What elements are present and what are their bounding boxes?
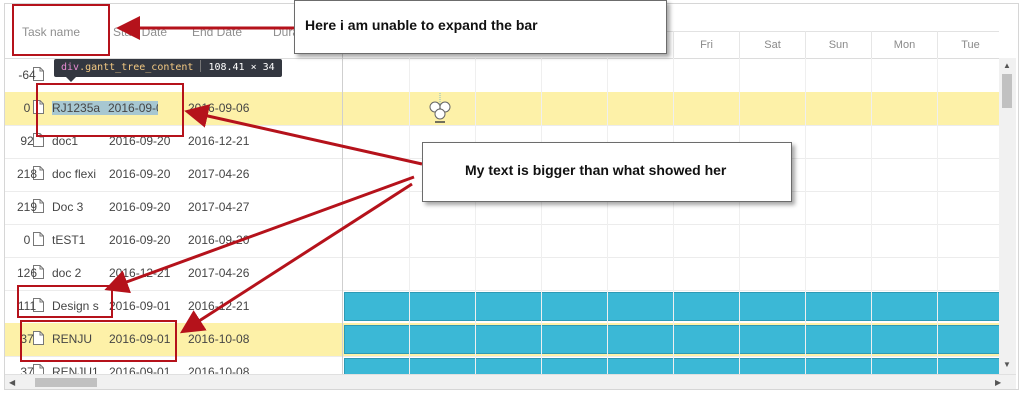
start-date-cell: 2016-09-20 — [109, 200, 171, 214]
end-date-cell: 2017-04-27 — [188, 200, 250, 214]
inspector-class: .gantt_tree_content — [79, 62, 194, 73]
inspector-tag: div — [61, 62, 80, 73]
horizontal-scroll-thumb[interactable] — [35, 378, 97, 387]
scroll-right-arrow-icon[interactable]: ▶ — [995, 378, 1001, 387]
end-date-cell: 2016-12-21 — [188, 299, 250, 313]
inspector-pointer — [66, 77, 76, 82]
duration-cell: 126 — [16, 266, 38, 280]
end-date-cell: 2016-09-06 — [188, 101, 250, 115]
timeline-row — [343, 323, 999, 357]
drag-handle-icon[interactable] — [427, 92, 453, 126]
annotation-box-row-renju — [20, 320, 177, 362]
duration-cell: -64 — [18, 68, 36, 82]
timeline-gridline — [475, 58, 476, 375]
horizontal-scrollbar[interactable]: ◀ ▶ — [5, 374, 1016, 389]
task-bar[interactable] — [344, 325, 999, 354]
scroll-down-arrow-icon[interactable]: ▼ — [1003, 360, 1011, 369]
start-date-cell: 2016-09-01 — [109, 299, 171, 313]
timeline-row — [343, 224, 999, 258]
task-name-cell: tEST1 — [52, 233, 86, 247]
scroll-left-arrow-icon[interactable]: ◀ — [9, 378, 15, 387]
day-label: Sat — [739, 31, 805, 58]
timeline-gridline — [871, 58, 872, 375]
element-inspector-tooltip: div.gantt_tree_content 108.41 × 34 — [54, 59, 282, 77]
end-date-cell: 2017-04-26 — [188, 266, 250, 280]
timeline-gridline — [937, 58, 938, 375]
task-bar[interactable] — [344, 292, 999, 321]
task-name-cell: doc 2 — [52, 266, 82, 280]
callout-text-text: My text is bigger than what showed her — [465, 162, 727, 178]
vertical-scroll-thumb[interactable] — [1002, 74, 1012, 108]
inspector-size: 108.41 × 34 — [208, 62, 275, 73]
timeline-gridline — [607, 58, 608, 375]
timeline-row — [343, 356, 999, 375]
annotation-callout-text: My text is bigger than what showed her — [422, 142, 792, 202]
annotation-box-row-rj1235a — [36, 83, 184, 137]
annotation-box-row-design — [17, 285, 113, 318]
timeline-gridline — [673, 58, 674, 375]
timeline-row — [343, 257, 999, 291]
vertical-scrollbar[interactable]: ▲ ▼ — [999, 58, 1016, 375]
task-name-cell: Doc 3 — [52, 200, 84, 214]
timeline-row — [343, 59, 999, 93]
task-row[interactable]: Doc 3 2016-09-20 2017-04-27 219 — [5, 191, 342, 225]
callout-expand-text: Here i am unable to expand the bar — [305, 17, 538, 33]
end-date-cell: 2016-10-08 — [188, 332, 250, 346]
column-header-end-date[interactable]: End Date — [192, 25, 262, 39]
day-label: Sun — [805, 31, 871, 58]
end-date-cell: 2016-09-20 — [188, 233, 250, 247]
timeline-gridline — [541, 58, 542, 375]
start-date-cell: 2016-09-20 — [109, 167, 171, 181]
end-date-cell: 2016-12-21 — [188, 134, 250, 148]
column-header-start-date[interactable]: Start Date — [113, 25, 188, 39]
duration-cell: 219 — [16, 200, 38, 214]
timeline-gridline — [805, 58, 806, 375]
day-label: Fri — [673, 31, 739, 58]
annotation-callout-expand: Here i am unable to expand the bar — [294, 0, 667, 54]
scroll-up-arrow-icon[interactable]: ▲ — [1003, 61, 1011, 70]
end-date-cell: 2017-04-26 — [188, 167, 250, 181]
task-bar[interactable] — [344, 358, 999, 375]
day-label: Tue — [937, 31, 999, 58]
timeline-gridline — [739, 58, 740, 375]
timeline-row — [343, 290, 999, 324]
task-name-cell: doc flexi — [52, 167, 97, 181]
duration-cell: 218 — [16, 167, 38, 181]
start-date-cell: 2016-12-21 — [109, 266, 171, 280]
timeline-gridline — [409, 58, 410, 375]
day-label: Mon — [871, 31, 937, 58]
task-row[interactable]: doc flexi 2016-09-20 2017-04-26 218 — [5, 158, 342, 192]
task-row[interactable]: tEST1 2016-09-20 2016-09-20 0 — [5, 224, 342, 258]
duration-cell: 0 — [23, 233, 31, 247]
annotation-box-task-header — [12, 4, 110, 56]
start-date-cell: 2016-09-20 — [109, 233, 171, 247]
